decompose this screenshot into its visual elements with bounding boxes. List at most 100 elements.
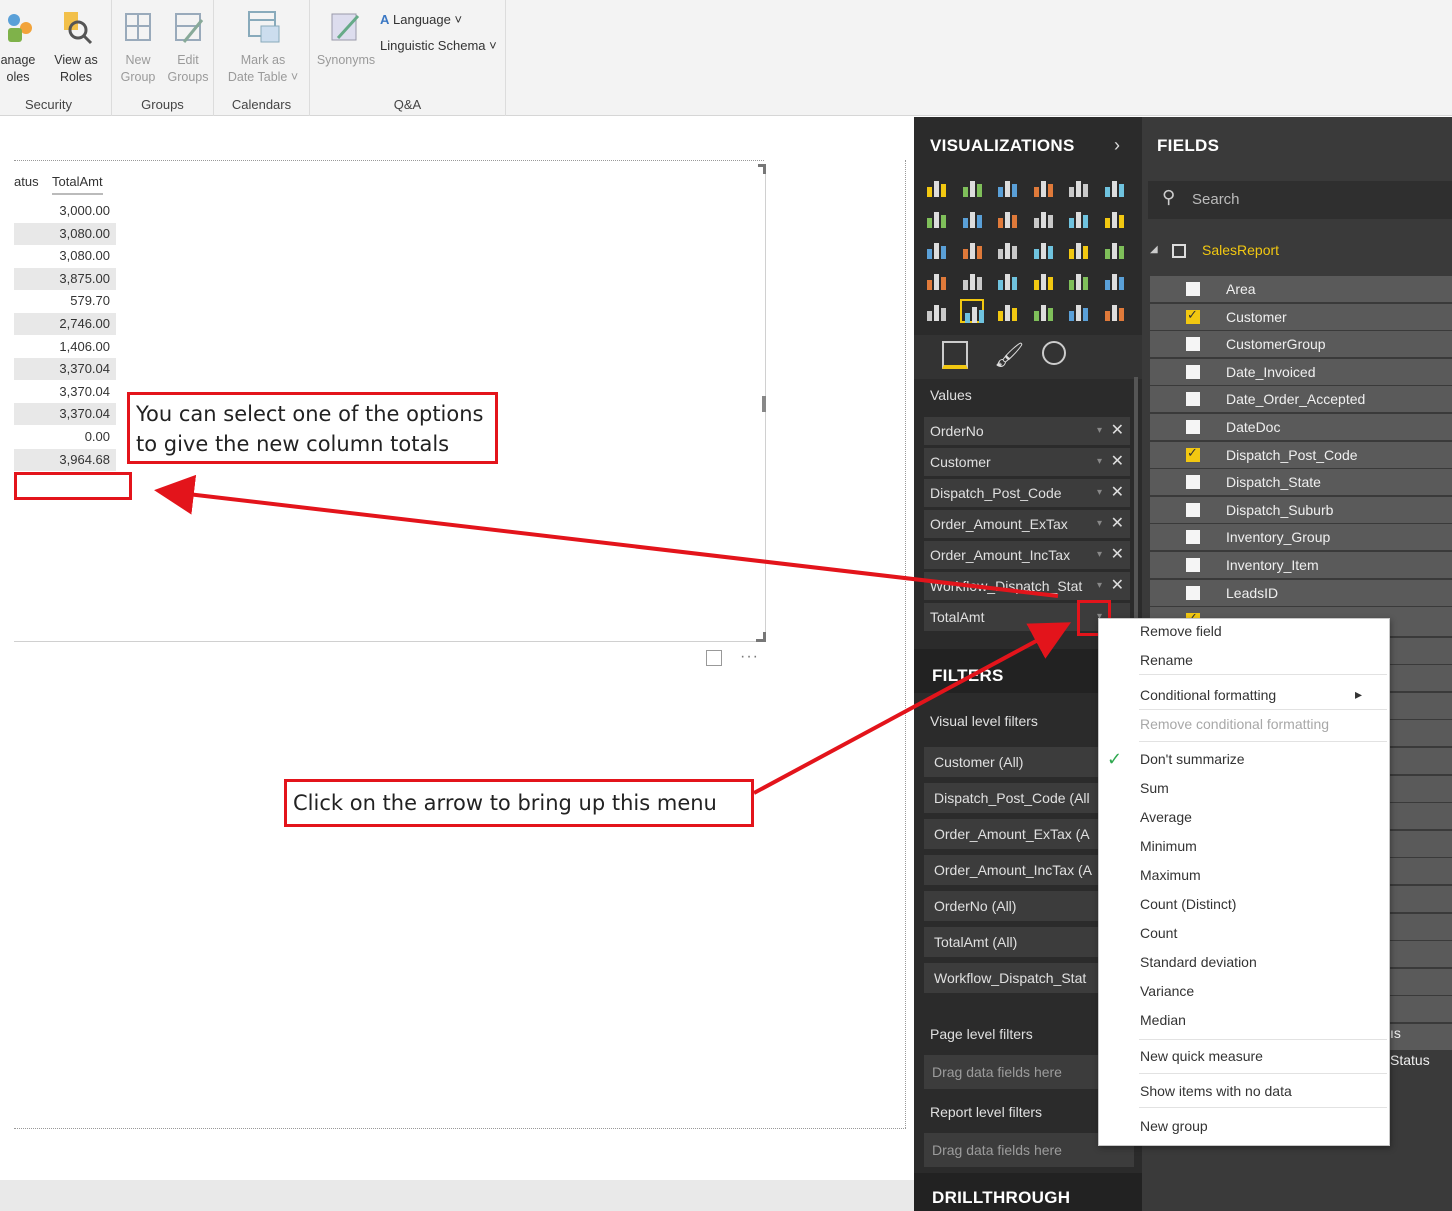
field-checkbox[interactable] bbox=[1186, 420, 1200, 434]
visual-type-icon[interactable] bbox=[924, 175, 948, 199]
field-checkbox[interactable] bbox=[1186, 558, 1200, 572]
menu-item-standard-deviation[interactable]: Standard deviation bbox=[1140, 954, 1257, 970]
field-row-partial[interactable] bbox=[1388, 775, 1452, 802]
menu-item-new-quick-measure[interactable]: New quick measure bbox=[1140, 1048, 1263, 1064]
field-item-customer[interactable]: Customer bbox=[1150, 303, 1452, 330]
field-row-partial[interactable] bbox=[1388, 692, 1452, 719]
value-well-customer[interactable]: Customer ▾ ✕ bbox=[924, 448, 1130, 476]
visual-type-icon[interactable] bbox=[1066, 175, 1090, 199]
field-item-inventory-item[interactable]: Inventory_Item bbox=[1150, 552, 1452, 578]
field-row-partial[interactable] bbox=[1388, 803, 1452, 830]
field-row-partial[interactable] bbox=[1388, 610, 1452, 636]
field-checkbox[interactable] bbox=[1186, 502, 1200, 517]
chevron-down-icon[interactable]: ▾ bbox=[1097, 448, 1102, 476]
mark-as-date-table-button[interactable]: Mark as Date Table ˅ bbox=[222, 8, 304, 86]
visual-type-icon[interactable] bbox=[1102, 268, 1126, 292]
fields-search-box[interactable]: ⚲ Search bbox=[1148, 181, 1452, 219]
viz-scrollbar[interactable] bbox=[1134, 377, 1138, 627]
field-row-partial[interactable] bbox=[1388, 858, 1452, 885]
visual-type-icon[interactable] bbox=[959, 299, 984, 323]
visual-type-icon[interactable] bbox=[960, 206, 984, 230]
format-paint-roller-icon[interactable]: 🖌 bbox=[994, 341, 1024, 370]
visual-type-icon[interactable] bbox=[995, 268, 1019, 292]
field-item-dispatch-state[interactable]: Dispatch_State bbox=[1150, 469, 1452, 496]
edit-groups-button[interactable]: Edit Groups bbox=[164, 8, 212, 86]
menu-item-show-items-with-no-data[interactable]: Show items with no data bbox=[1140, 1083, 1292, 1099]
visual-type-icon[interactable] bbox=[1031, 237, 1055, 261]
menu-item-count[interactable]: Count bbox=[1140, 925, 1177, 941]
visual-type-icon[interactable] bbox=[960, 175, 984, 199]
resize-handle-bottom-right[interactable] bbox=[756, 632, 766, 642]
synonyms-button[interactable]: Synonyms bbox=[314, 8, 378, 69]
field-row-partial[interactable] bbox=[1388, 665, 1452, 692]
visual-type-icon[interactable] bbox=[924, 237, 948, 261]
visual-type-icon[interactable] bbox=[1066, 237, 1090, 261]
visual-type-icon[interactable] bbox=[1102, 206, 1126, 230]
visual-type-icon[interactable] bbox=[1102, 299, 1126, 323]
field-item-inventory-group[interactable]: Inventory_Group bbox=[1150, 524, 1452, 551]
collapse-pane-chevron-icon[interactable]: › bbox=[1114, 135, 1120, 156]
visual-type-icon[interactable] bbox=[924, 299, 948, 323]
value-well-dispatch-post-code[interactable]: Dispatch_Post_Code ▾ ✕ bbox=[924, 479, 1130, 507]
field-item-customergroup[interactable]: CustomerGroup bbox=[1150, 331, 1452, 358]
menu-item-minimum[interactable]: Minimum bbox=[1140, 838, 1197, 854]
resize-handle-right[interactable] bbox=[762, 396, 766, 412]
visual-type-icon[interactable] bbox=[1066, 206, 1090, 230]
close-icon[interactable]: ✕ bbox=[1111, 510, 1124, 538]
visual-type-icon[interactable] bbox=[995, 299, 1019, 323]
close-icon[interactable]: ✕ bbox=[1111, 417, 1124, 445]
visual-type-icon[interactable] bbox=[995, 206, 1019, 230]
menu-item-median[interactable]: Median bbox=[1140, 1012, 1186, 1028]
visual-type-icon[interactable] bbox=[995, 237, 1019, 261]
visual-filter-card[interactable]: TotalAmt (All) bbox=[924, 927, 1100, 957]
menu-item-conditional-formatting[interactable]: Conditional formatting bbox=[1140, 687, 1276, 703]
chevron-down-icon[interactable]: ▾ bbox=[1097, 510, 1102, 538]
value-well-order-amount-inctax[interactable]: Order_Amount_IncTax ▾ ✕ bbox=[924, 541, 1130, 569]
menu-item-count-distinct[interactable]: Count (Distinct) bbox=[1140, 896, 1236, 912]
menu-item-new-group[interactable]: New group bbox=[1140, 1118, 1208, 1134]
field-row-partial[interactable] bbox=[1388, 996, 1452, 1023]
visual-type-icon[interactable] bbox=[1031, 206, 1055, 230]
chevron-down-icon[interactable]: ▾ bbox=[1097, 572, 1102, 600]
menu-item-rename[interactable]: Rename bbox=[1140, 652, 1193, 668]
field-row-partial[interactable] bbox=[1388, 830, 1452, 857]
field-item-dispatch-post-code[interactable]: Dispatch_Post_Code bbox=[1150, 441, 1452, 468]
close-icon[interactable]: ✕ bbox=[1111, 572, 1124, 600]
menu-item-sum[interactable]: Sum bbox=[1140, 780, 1169, 796]
menu-item-variance[interactable]: Variance bbox=[1140, 983, 1194, 999]
field-checkbox[interactable] bbox=[1186, 364, 1200, 379]
value-well-order-amount-extax[interactable]: Order_Amount_ExTax ▾ ✕ bbox=[924, 510, 1130, 538]
visual-type-icon[interactable] bbox=[960, 237, 984, 261]
focus-mode-icon[interactable] bbox=[706, 650, 722, 666]
chevron-down-icon[interactable]: ▾ bbox=[1097, 541, 1102, 569]
view-as-roles-button[interactable]: View as Roles bbox=[52, 8, 100, 86]
column-header-totalamt[interactable]: TotalAmt bbox=[52, 174, 103, 195]
field-checkbox[interactable] bbox=[1186, 530, 1200, 545]
visual-filter-card[interactable]: Order_Amount_ExTax (A bbox=[924, 819, 1100, 849]
close-icon[interactable]: ✕ bbox=[1111, 479, 1124, 507]
fields-tab-icon[interactable] bbox=[942, 341, 968, 369]
linguistic-schema-button[interactable]: Linguistic Schema ˅ bbox=[380, 38, 497, 53]
visual-filter-card[interactable]: Customer (All) bbox=[924, 747, 1100, 777]
visual-type-icon[interactable] bbox=[1031, 268, 1055, 292]
value-well-workflow-dispatch-stat[interactable]: Workflow_Dispatch_Stat ▾ ✕ bbox=[924, 572, 1130, 600]
language-button[interactable]: A Language ˅ bbox=[380, 12, 462, 27]
value-well-orderno[interactable]: OrderNo ▾ ✕ bbox=[924, 417, 1130, 445]
visual-filter-card[interactable]: OrderNo (All) bbox=[924, 891, 1100, 921]
visual-type-icon[interactable] bbox=[924, 206, 948, 230]
chevron-down-icon[interactable]: ▾ bbox=[1097, 479, 1102, 507]
field-checkbox[interactable] bbox=[1186, 475, 1200, 490]
close-icon[interactable]: ✕ bbox=[1111, 448, 1124, 476]
visual-filter-card[interactable]: Order_Amount_IncTax (A bbox=[924, 855, 1100, 885]
new-group-button[interactable]: New Group bbox=[114, 8, 162, 86]
visual-filter-card[interactable]: Dispatch_Post_Code (All bbox=[924, 783, 1100, 813]
field-checkbox[interactable] bbox=[1186, 585, 1200, 600]
menu-item-maximum[interactable]: Maximum bbox=[1140, 867, 1201, 883]
field-item-date-invoiced[interactable]: Date_Invoiced bbox=[1150, 358, 1452, 385]
visual-type-icon[interactable] bbox=[1066, 268, 1090, 292]
visual-type-icon[interactable] bbox=[924, 268, 948, 292]
visual-type-icon[interactable] bbox=[960, 268, 984, 292]
column-header-status[interactable]: atus bbox=[14, 174, 39, 189]
visual-type-icon[interactable] bbox=[1031, 175, 1055, 199]
visual-type-icon[interactable] bbox=[1031, 299, 1055, 323]
